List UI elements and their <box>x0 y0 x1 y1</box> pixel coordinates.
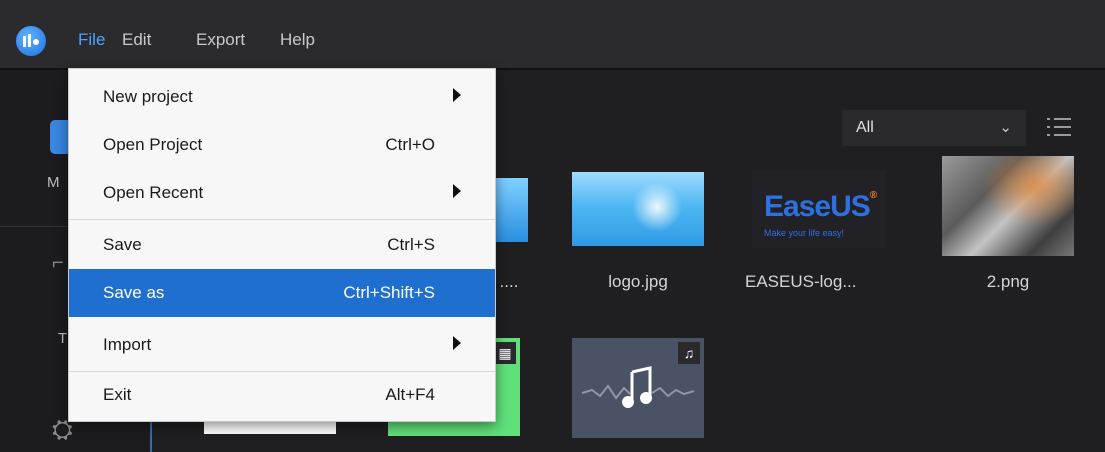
menu-item-label: Open Project <box>103 135 203 154</box>
submenu-arrow-icon <box>453 88 461 102</box>
media-thumb-logo-jpg[interactable] <box>572 172 704 246</box>
menu-item-shortcut: Alt+F4 <box>385 385 435 404</box>
list-view-icon[interactable] <box>1045 113 1073 141</box>
menu-item-label: Exit <box>103 385 132 404</box>
media-label-logo-jpg: logo.jpg <box>608 272 668 291</box>
submenu-arrow-icon <box>453 336 461 350</box>
menu-item-shortcut: Ctrl+Shift+S <box>343 283 435 302</box>
sidebar-label-text[interactable]: T <box>58 330 67 347</box>
menu-item-label: Import <box>103 335 152 354</box>
menu-file[interactable]: File <box>78 30 105 50</box>
media-filter-select[interactable]: All ⌄ <box>842 110 1026 146</box>
text-tab-icon[interactable]: ⌐ <box>52 252 64 275</box>
easeus-brand-logo: EaseUS® <box>764 190 877 223</box>
menu-export[interactable]: Export <box>196 30 245 50</box>
menu-item-label: Open Recent <box>103 183 204 202</box>
menu-item-label: Save <box>103 235 142 254</box>
menu-item-shortcut: Ctrl+O <box>385 135 435 154</box>
menu-edit[interactable]: Edit <box>122 30 151 50</box>
menu-item-import[interactable]: Import <box>69 321 495 369</box>
chevron-down-icon: ⌄ <box>999 119 1012 136</box>
sidebar-label-media[interactable]: M <box>47 174 60 191</box>
media-label-2-png: 2.png <box>986 272 1030 291</box>
submenu-arrow-icon <box>453 184 461 198</box>
menu-help[interactable]: Help <box>280 30 315 50</box>
film-icon: ▦ <box>494 342 516 364</box>
menu-item-new-project[interactable]: New project <box>69 73 495 121</box>
media-label-easeus-logo: EASEUS-log... <box>745 272 857 291</box>
media-thumb-easeus-logo[interactable]: EaseUS® Make your life easy! <box>752 170 886 248</box>
menu-item-save-as[interactable]: Save as Ctrl+Shift+S <box>69 269 495 317</box>
app-window: File Edit Export Help M ⌐ T ⛭ All ⌄ ....… <box>0 0 1105 452</box>
menu-bar: File Edit Export Help <box>0 0 1105 70</box>
file-menu-dropdown: New project Open Project Ctrl+O Open Rec… <box>68 68 496 422</box>
filter-value: All <box>856 119 874 136</box>
easeus-tagline: Make your life easy! <box>764 228 845 238</box>
menu-item-shortcut: Ctrl+S <box>387 235 435 254</box>
media-label-1: .... <box>499 272 519 291</box>
menu-item-exit[interactable]: Exit Alt+F4 <box>69 371 495 419</box>
media-thumb-audio[interactable]: ♫ <box>572 338 704 438</box>
menu-item-open-project[interactable]: Open Project Ctrl+O <box>69 121 495 169</box>
media-thumb-row2-1[interactable] <box>204 420 336 434</box>
menu-item-label: Save as <box>103 283 165 302</box>
app-logo-icon <box>16 26 46 56</box>
menu-item-open-recent[interactable]: Open Recent <box>69 169 495 217</box>
media-thumb-2-png[interactable] <box>942 156 1074 256</box>
music-note-icon: ♫ <box>678 342 700 364</box>
menu-item-save[interactable]: Save Ctrl+S <box>69 221 495 269</box>
menu-separator <box>69 219 495 220</box>
menu-item-label: New project <box>103 87 193 106</box>
